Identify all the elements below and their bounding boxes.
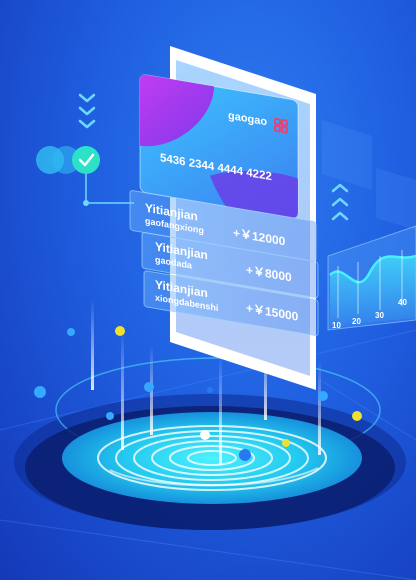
background-panels [322, 120, 416, 230]
mini-chart-tick: 20 [352, 317, 361, 326]
mini-chart-tick: 40 [398, 298, 407, 307]
chevron-up-icon [331, 183, 349, 221]
check-toggle [36, 146, 134, 206]
mini-chart-tick: 30 [375, 311, 384, 320]
fintech-illustration: gaogao 5436 2344 4444 4222 Yitianjian ga… [0, 46, 416, 580]
mini-chart: 10 20 30 40 [327, 225, 416, 331]
connector-line [85, 174, 134, 204]
mini-chart-tick: 10 [332, 321, 341, 330]
chevron-down-icon [78, 93, 96, 129]
